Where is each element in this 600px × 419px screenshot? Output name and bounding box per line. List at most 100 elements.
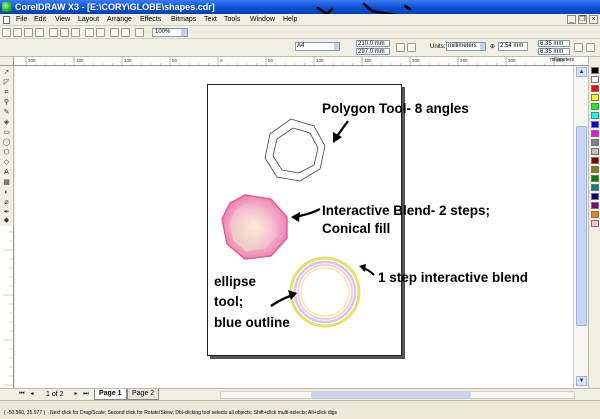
options-icon[interactable] <box>586 43 595 52</box>
menu-layout[interactable]: Layout <box>78 14 99 26</box>
duplicate-x-field[interactable]: 6.35 mm <box>538 40 570 47</box>
ruler-tick-label: 100 <box>316 58 324 63</box>
color-swatch[interactable] <box>591 103 599 110</box>
crop-tool-icon[interactable]: ⌗ <box>2 88 11 97</box>
portrait-icon[interactable] <box>396 43 405 52</box>
color-swatch[interactable] <box>591 94 599 101</box>
menu-edit[interactable]: Edit <box>34 14 46 26</box>
title-bar: CorelDRAW X3 - [E:\CORY\GLOBE\shapes.cdr… <box>0 0 600 14</box>
landscape-icon[interactable] <box>407 43 416 52</box>
menu-bitmaps[interactable]: Bitmaps <box>171 14 196 26</box>
color-swatch[interactable] <box>591 130 599 137</box>
color-swatch[interactable] <box>591 148 599 155</box>
cut-icon[interactable] <box>49 28 58 37</box>
copy-icon[interactable] <box>60 28 69 37</box>
ellipse-ring-shape[interactable] <box>289 256 361 328</box>
nudge-distance-field[interactable]: 2.54 mm <box>498 42 528 51</box>
first-page-icon[interactable]: ⏮ <box>18 391 26 399</box>
menu-arrange[interactable]: Arrange <box>107 14 132 26</box>
minimize-icon[interactable]: _ <box>567 15 576 24</box>
redo-icon[interactable] <box>96 28 105 37</box>
menu-help[interactable]: Help <box>283 14 297 26</box>
drawing-canvas[interactable]: Polygon Tool- 8 angles Interactive Blend… <box>15 66 588 388</box>
ruler-tick-label: 50 <box>268 58 274 63</box>
color-swatch[interactable] <box>591 175 599 182</box>
color-swatch[interactable] <box>591 67 599 74</box>
export-icon[interactable] <box>121 28 130 37</box>
ellipse-arrow <box>270 293 294 307</box>
color-swatch[interactable] <box>591 202 599 209</box>
paper-type-value: A4 <box>297 43 305 49</box>
new-document-icon[interactable] <box>2 28 11 37</box>
property-bar: A4 210.0 mm 297.0 mm Units: millimeters … <box>0 39 600 57</box>
polygon-arrowhead <box>333 132 342 143</box>
freehand-tool-icon[interactable]: ✎ <box>2 108 11 117</box>
pick-tool-icon[interactable]: ➚ <box>2 68 11 77</box>
color-swatch[interactable] <box>591 184 599 191</box>
smart-fill-tool-icon[interactable]: ◈ <box>2 118 11 127</box>
save-icon[interactable] <box>24 28 33 37</box>
page-tab-1[interactable]: Page 1 <box>94 389 127 400</box>
polygon-tool-icon[interactable]: ⬡ <box>2 148 11 157</box>
duplicate-y-field[interactable]: 6.35 mm <box>538 48 570 55</box>
zoom-tool-icon[interactable]: ⚲ <box>2 98 11 107</box>
menu-window[interactable]: Window <box>250 14 275 26</box>
page-height-field[interactable]: 297.0 mm <box>356 48 390 55</box>
application-launcher-icon[interactable] <box>135 28 144 37</box>
menu-text[interactable]: Text <box>204 14 217 26</box>
blended-octagon-shape[interactable] <box>221 194 288 260</box>
page-width-field[interactable]: 210.0 mm <box>356 40 390 47</box>
import-icon[interactable] <box>110 28 119 37</box>
basic-shapes-tool-icon[interactable]: ◇ <box>2 158 11 167</box>
color-swatch[interactable] <box>591 220 599 227</box>
color-swatch[interactable] <box>591 166 599 173</box>
paper-type-select[interactable]: A4 <box>295 42 340 51</box>
menu-tools[interactable]: Tools <box>224 14 240 26</box>
horizontal-scroll-thumb[interactable] <box>311 392 471 398</box>
step-blend-arrowhead <box>359 264 366 272</box>
octagon-outline-shape[interactable] <box>264 118 326 182</box>
paste-icon[interactable] <box>71 28 80 37</box>
last-page-icon[interactable]: ⏭ <box>82 391 90 399</box>
page-tab-2[interactable]: Page 2 <box>127 389 160 400</box>
ruler-origin[interactable] <box>0 57 14 66</box>
color-swatch[interactable] <box>591 85 599 92</box>
text-tool-icon[interactable]: A <box>2 168 11 177</box>
color-swatch[interactable] <box>591 112 599 119</box>
units-select[interactable]: millimeters <box>446 42 486 51</box>
color-swatch[interactable] <box>591 211 599 218</box>
duplicate-x-value: 6.35 mm <box>540 41 564 47</box>
menu-file[interactable]: File <box>16 14 27 26</box>
ellipse-tool-icon[interactable]: ◯ <box>2 138 11 147</box>
color-swatch[interactable] <box>591 121 599 128</box>
fill-tool-icon[interactable]: ◆ <box>2 216 11 225</box>
vertical-scrollbar[interactable]: ▲ ▼ <box>573 66 588 388</box>
horizontal-ruler[interactable]: 200 150 100 50 0 50 100 150 200 250 300 350 millime… <box>14 57 593 66</box>
color-palette <box>588 57 600 387</box>
color-swatch[interactable] <box>591 193 599 200</box>
table-tool-icon[interactable]: ▦ <box>2 178 11 187</box>
rectangle-tool-icon[interactable]: ▭ <box>2 128 11 137</box>
color-swatch[interactable] <box>591 157 599 164</box>
horizontal-scrollbar[interactable] <box>220 391 575 399</box>
zoom-level-select[interactable]: 100% <box>152 28 188 37</box>
menu-view[interactable]: View <box>55 14 70 26</box>
open-icon[interactable] <box>13 28 22 37</box>
close-icon[interactable]: × <box>589 15 598 24</box>
treat-as-filled-icon[interactable] <box>574 43 583 52</box>
print-icon[interactable] <box>35 28 44 37</box>
restore-icon[interactable]: ❐ <box>578 15 587 24</box>
ruler-tick-label: 0 <box>220 58 223 63</box>
previous-page-icon[interactable]: ◂ <box>28 391 36 399</box>
undo-icon[interactable] <box>85 28 94 37</box>
eyedropper-tool-icon[interactable]: ⌀ <box>2 198 11 207</box>
vertical-scroll-thumb[interactable] <box>576 126 587 326</box>
menu-effects[interactable]: Effects <box>140 14 161 26</box>
scroll-down-icon[interactable]: ▼ <box>576 376 587 386</box>
color-swatch[interactable] <box>591 76 599 83</box>
shape-tool-icon[interactable]: ◸ <box>2 78 11 87</box>
next-page-icon[interactable]: ▸ <box>72 391 80 399</box>
scroll-up-icon[interactable]: ▲ <box>576 67 587 77</box>
interactive-blend-tool-icon[interactable]: ◐ <box>2 188 11 197</box>
color-swatch[interactable] <box>591 139 599 146</box>
